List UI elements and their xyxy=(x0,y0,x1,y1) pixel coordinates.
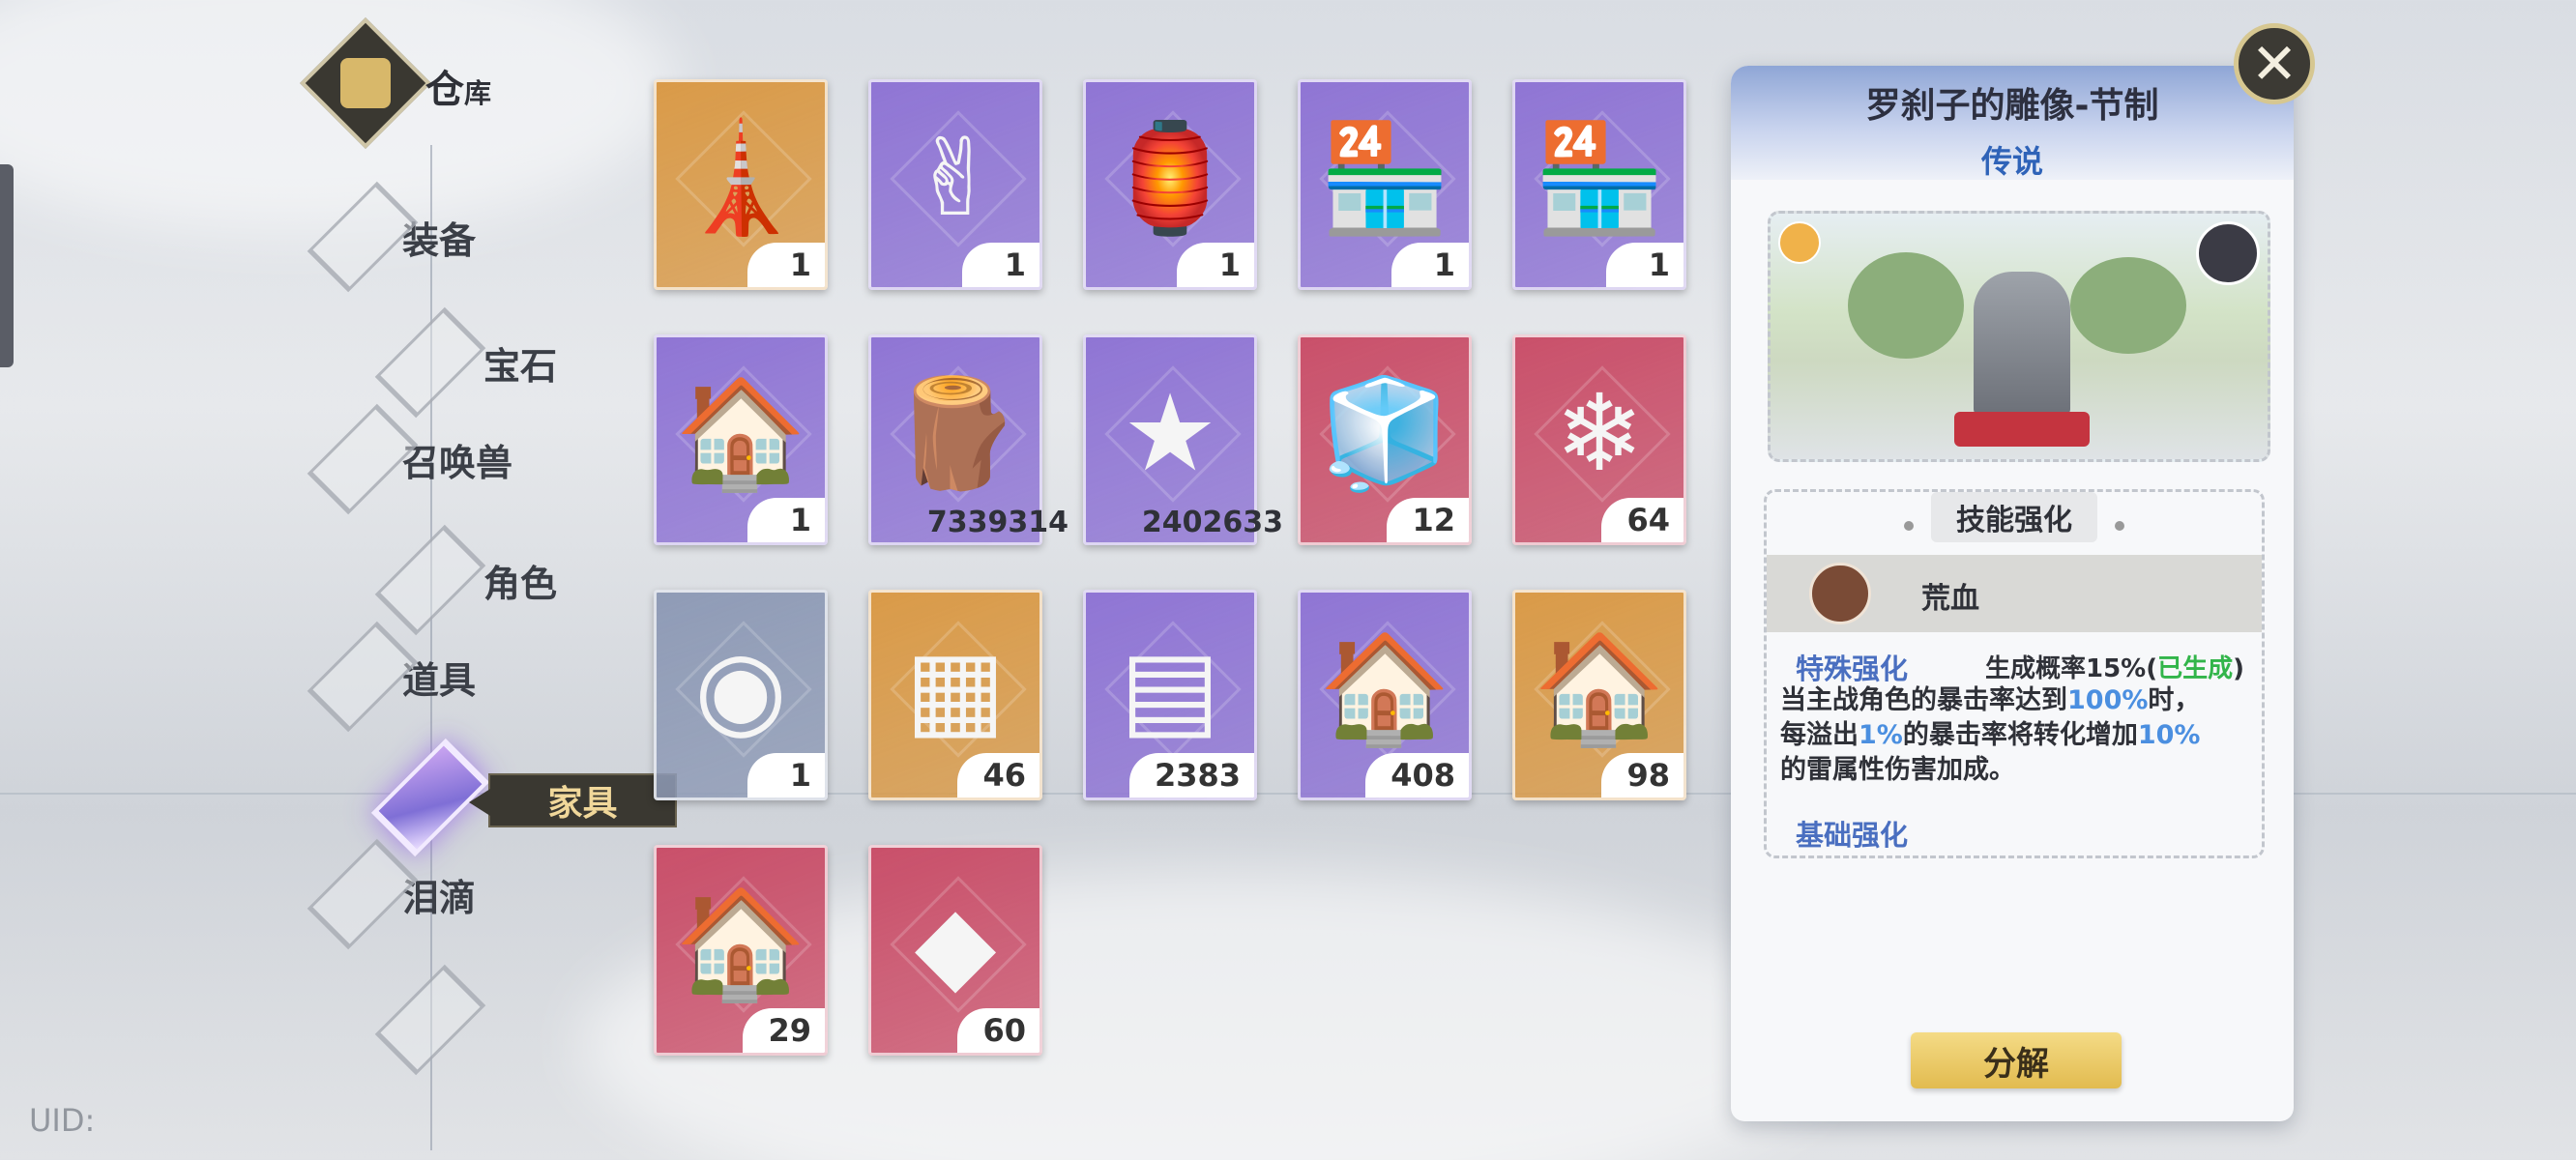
skill-section: 技能强化 荒血 特殊强化 生成概率15%(已生成) 当主战角色的暴击率达到100… xyxy=(1764,489,2265,858)
ice-bricks-icon: ▦ xyxy=(905,626,1006,750)
side-handle[interactable] xyxy=(0,164,14,367)
item-count: 1 xyxy=(747,753,825,798)
page-title-main: 仓 xyxy=(425,68,464,112)
portrait-medal-icon: ◉ xyxy=(694,626,787,750)
item-count: 2402633 xyxy=(1141,505,1283,539)
inventory-item[interactable]: 🏠 1 xyxy=(654,334,828,545)
nav-tooltip-furniture: 家具 xyxy=(469,773,677,827)
skill-row[interactable]: 荒血 xyxy=(1767,555,2262,632)
item-count: 64 xyxy=(1601,498,1683,542)
item-count: 46 xyxy=(957,753,1039,798)
item-count: 1 xyxy=(1391,243,1469,287)
logs-icon: 🪵 xyxy=(889,371,1022,495)
blood-skill-icon xyxy=(1809,563,1871,624)
inventory-item[interactable]: ❄ 64 xyxy=(1512,334,1686,545)
item-count: 1 xyxy=(747,498,825,542)
skill-name: 荒血 xyxy=(1921,582,1979,616)
diamond-icon xyxy=(307,838,419,950)
diamond-icon xyxy=(307,621,419,733)
inventory-item[interactable]: ★ 2402633 xyxy=(1083,334,1283,545)
star-icon: ★ xyxy=(1122,371,1218,495)
inventory-item[interactable]: 🏮 1 xyxy=(1083,79,1257,290)
skill-section-title: 技能强化 xyxy=(1931,492,2097,542)
item-preview xyxy=(1768,211,2270,462)
inventory-item[interactable]: 🪵 7339314 xyxy=(868,334,1068,545)
item-count: 2383 xyxy=(1128,753,1254,798)
stone-rock-icon: ◆ xyxy=(914,882,997,1005)
item-count: 7339314 xyxy=(926,505,1068,539)
nav-label: 宝石 xyxy=(483,344,558,388)
tree-decoration xyxy=(2070,257,2186,354)
item-count: 408 xyxy=(1365,753,1469,798)
close-button[interactable]: ✕ xyxy=(2234,23,2315,104)
nav-label: 角色 xyxy=(483,562,558,605)
page-title: 仓库 xyxy=(425,58,491,114)
item-count: 60 xyxy=(957,1008,1039,1053)
diamond-icon xyxy=(374,964,486,1076)
special-enhance-label: 特殊强化 xyxy=(1796,652,1909,685)
uid-label: UID: xyxy=(29,1102,96,1139)
item-count: 29 xyxy=(743,1008,825,1053)
orange-house-icon: 🏠 xyxy=(1533,626,1666,750)
tree-decoration xyxy=(1848,252,1964,359)
shop-building-icon: 🏪 xyxy=(1318,116,1451,240)
nav-item-equipment[interactable]: 装备 xyxy=(307,164,476,309)
cottage-icon: 🏠 xyxy=(674,371,807,495)
item-count: 1 xyxy=(1606,243,1683,287)
nav-item-teardrop[interactable]: 泪滴 xyxy=(307,822,476,967)
avatar xyxy=(2196,221,2260,285)
ice-rock-icon: ❄ xyxy=(1554,371,1645,495)
inventory-item[interactable]: 🏪 1 xyxy=(1512,79,1686,290)
nav-label: 召唤兽 xyxy=(402,441,513,484)
base-enhance-label: 基础强化 xyxy=(1796,819,1909,852)
inventory-item[interactable]: ▦ 46 xyxy=(868,590,1042,800)
item-title: 罗刹子的雕像-节制 xyxy=(1865,86,2159,126)
item-detail-panel: 罗刹子的雕像-节制 传说 技能强化 荒血 特殊强化 生成概率15%(已生成) 当… xyxy=(1731,66,2294,1121)
shop-building-icon: 🏪 xyxy=(1533,116,1666,240)
red-house-icon: 🏠 xyxy=(674,882,807,1005)
rarity-label: 传说 xyxy=(1980,143,2043,180)
item-count: 1 xyxy=(1177,243,1254,287)
inventory-item[interactable]: ▤ 2383 xyxy=(1083,590,1257,800)
nav-item-more[interactable] xyxy=(374,947,486,1092)
inventory-item[interactable]: 🗼 1 xyxy=(654,79,828,290)
purple-house-icon: 🏠 xyxy=(1318,626,1451,750)
inventory-item[interactable]: 🏠 29 xyxy=(654,845,828,1056)
ice-chest-icon: 🧊 xyxy=(1318,371,1451,495)
skill-section-header: 技能强化 xyxy=(1767,492,2262,542)
inventory-item[interactable]: ✌ 1 xyxy=(868,79,1042,290)
statue-pedestal xyxy=(1954,412,2090,447)
inventory-item[interactable]: 🏠 408 xyxy=(1298,590,1472,800)
diamond-icon xyxy=(307,403,419,515)
detail-header: 罗刹子的雕像-节制 传说 xyxy=(1731,66,2294,180)
peace-hand-icon: ✌ xyxy=(910,116,1001,240)
item-count: 12 xyxy=(1387,498,1469,542)
obelisk-icon: 🗼 xyxy=(674,116,807,240)
inventory-item[interactable]: 🏪 1 xyxy=(1298,79,1472,290)
generation-chance: 生成概率15%(已生成) xyxy=(1985,654,2245,683)
statue-figure xyxy=(1974,272,2070,417)
page-title-sub: 库 xyxy=(464,77,492,109)
item-count: 1 xyxy=(962,243,1039,287)
stone-bricks-icon: ▤ xyxy=(1120,626,1220,750)
decompose-button[interactable]: 分解 xyxy=(1911,1032,2122,1088)
avatar xyxy=(1778,221,1821,264)
inventory-item[interactable]: ◆ 60 xyxy=(868,845,1042,1056)
street-lamp-icon: 🏮 xyxy=(1103,116,1237,240)
inventory-item[interactable]: 🏠 98 xyxy=(1512,590,1686,800)
inventory-item[interactable]: 🧊 12 xyxy=(1298,334,1472,545)
item-count: 98 xyxy=(1601,753,1683,798)
item-count: 1 xyxy=(747,243,825,287)
skill-description: 当主战角色的暴击率达到100%时， 每溢出1%的暴击率将转化增加10% 的雷属性… xyxy=(1780,685,2201,785)
inventory-item[interactable]: ◉ 1 xyxy=(654,590,828,800)
